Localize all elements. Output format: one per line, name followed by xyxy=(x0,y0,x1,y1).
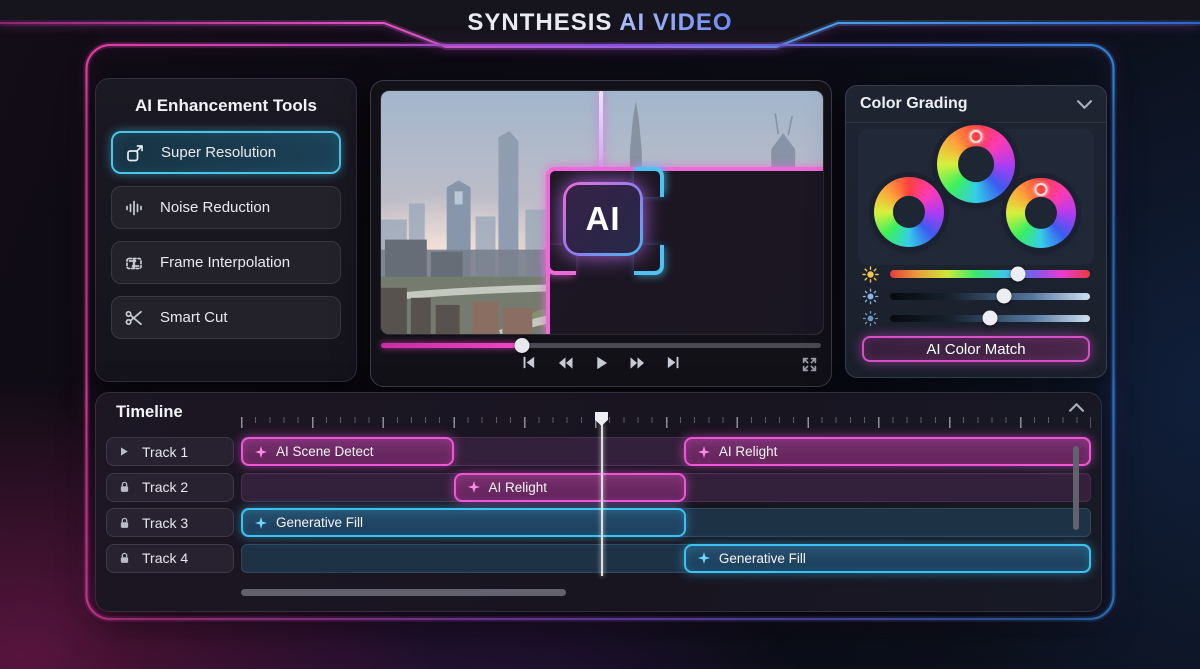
super-resolution-icon xyxy=(125,142,149,164)
video-progress-bar[interactable] xyxy=(381,343,821,348)
brightness-slider[interactable] xyxy=(890,293,1090,300)
tool-noise-reduction[interactable]: Noise Reduction xyxy=(111,186,341,229)
color-grading-header[interactable]: Color Grading xyxy=(846,86,1106,123)
sun-icon-yellow xyxy=(862,266,882,283)
video-progress-thumb[interactable] xyxy=(514,338,529,353)
clip-label: Generative Fill xyxy=(276,515,363,530)
transport-controls xyxy=(371,354,831,371)
lock-icon xyxy=(118,516,132,530)
play-button[interactable] xyxy=(592,354,610,371)
wheel-indicator[interactable] xyxy=(970,130,983,143)
track-header-4[interactable]: Track 4 xyxy=(106,544,234,573)
clip-ai-relight-track1[interactable]: AI Relight xyxy=(684,437,1091,466)
rewind-button[interactable] xyxy=(556,354,574,371)
slider-row-hue xyxy=(862,266,1090,282)
color-grading-title: Color Grading xyxy=(860,95,968,113)
clip-label: AI Relight xyxy=(719,444,778,459)
clip-generative-fill-track4[interactable]: Generative Fill xyxy=(684,544,1091,573)
timeline-lanes: AI Scene Detect AI Relight AI Relight Ge… xyxy=(241,437,1091,602)
clip-label: AI Relight xyxy=(489,480,548,495)
lock-icon xyxy=(118,480,132,494)
clip-ai-relight-track2[interactable]: AI Relight xyxy=(454,473,687,502)
color-wheels-box xyxy=(858,129,1094,265)
fullscreen-button[interactable] xyxy=(801,356,819,374)
brightness-slider-thumb[interactable] xyxy=(997,289,1012,304)
frame-interpolation-icon xyxy=(124,252,148,274)
track-header-1[interactable]: Track 1 xyxy=(106,437,234,466)
hue-slider-thumb[interactable] xyxy=(1011,267,1026,282)
color-wheel-shadows[interactable] xyxy=(874,177,944,247)
chevron-up-icon[interactable] xyxy=(1069,403,1085,413)
ai-enhancement-tools-panel: AI Enhancement Tools Super Resolution No… xyxy=(95,78,357,382)
slider-row-contrast xyxy=(862,310,1090,326)
chevron-down-icon[interactable] xyxy=(1077,100,1092,109)
video-viewport[interactable]: AI xyxy=(380,90,824,335)
tool-label: Frame Interpolation xyxy=(160,254,290,271)
sparkle-icon xyxy=(468,481,480,493)
track-label: Track 4 xyxy=(142,550,188,566)
slider-row-brightness xyxy=(862,288,1090,304)
tool-label: Smart Cut xyxy=(160,309,228,326)
timeline-title: Timeline xyxy=(116,403,183,422)
track-header-2[interactable]: Track 2 xyxy=(106,473,234,502)
clip-label: AI Scene Detect xyxy=(276,444,374,459)
smart-cut-icon xyxy=(124,307,148,329)
sparkle-icon xyxy=(255,446,267,458)
track-label: Track 3 xyxy=(142,515,188,531)
skip-end-button[interactable] xyxy=(664,354,682,371)
color-wheel-midtones[interactable] xyxy=(937,125,1015,203)
track-label: Track 1 xyxy=(142,444,188,460)
tool-super-resolution[interactable]: Super Resolution xyxy=(111,131,341,174)
horizontal-scrollbar[interactable] xyxy=(241,589,566,596)
clip-label: Generative Fill xyxy=(719,551,806,566)
timeline-panel: Timeline Track 1 Track 2 Track 3 xyxy=(95,392,1102,612)
clip-ai-scene-detect[interactable]: AI Scene Detect xyxy=(241,437,454,466)
ai-badge: AI xyxy=(563,182,643,256)
wheel-indicator[interactable] xyxy=(1035,183,1048,196)
video-progress-fill xyxy=(381,343,522,348)
hue-slider[interactable] xyxy=(890,270,1090,278)
tools-panel-title: AI Enhancement Tools xyxy=(96,96,356,116)
tool-smart-cut[interactable]: Smart Cut xyxy=(111,296,341,339)
sparkle-icon xyxy=(255,517,267,529)
skip-start-button[interactable] xyxy=(520,354,538,371)
play-icon xyxy=(118,445,132,458)
tool-label: Super Resolution xyxy=(161,144,276,161)
tool-label: Noise Reduction xyxy=(160,199,270,216)
contrast-slider-thumb[interactable] xyxy=(983,311,998,326)
clip-generative-fill-track3[interactable]: Generative Fill xyxy=(241,508,686,537)
playhead-line[interactable] xyxy=(601,424,603,576)
sparkle-icon xyxy=(698,552,710,564)
sun-icon-blue-dim xyxy=(862,310,882,327)
sparkle-icon xyxy=(698,446,710,458)
ai-color-match-button[interactable]: AI Color Match xyxy=(862,336,1090,362)
contrast-slider[interactable] xyxy=(890,315,1090,322)
lock-icon xyxy=(118,551,132,565)
ai-badge-label: AI xyxy=(566,185,640,253)
video-preview-panel: AI xyxy=(370,80,832,387)
track-header-3[interactable]: Track 3 xyxy=(106,508,234,537)
tool-frame-interpolation[interactable]: Frame Interpolation xyxy=(111,241,341,284)
color-wheel-highlights[interactable] xyxy=(1006,178,1076,248)
track-label: Track 2 xyxy=(142,479,188,495)
vertical-scrollbar[interactable] xyxy=(1073,446,1079,530)
noise-reduction-icon xyxy=(124,197,148,219)
track-headers: Track 1 Track 2 Track 3 Track 4 xyxy=(106,437,234,573)
sun-icon-blue xyxy=(862,288,882,305)
color-grading-panel: Color Grading xyxy=(845,85,1107,378)
fast-forward-button[interactable] xyxy=(628,354,646,371)
timeline-ruler[interactable] xyxy=(241,417,1091,428)
